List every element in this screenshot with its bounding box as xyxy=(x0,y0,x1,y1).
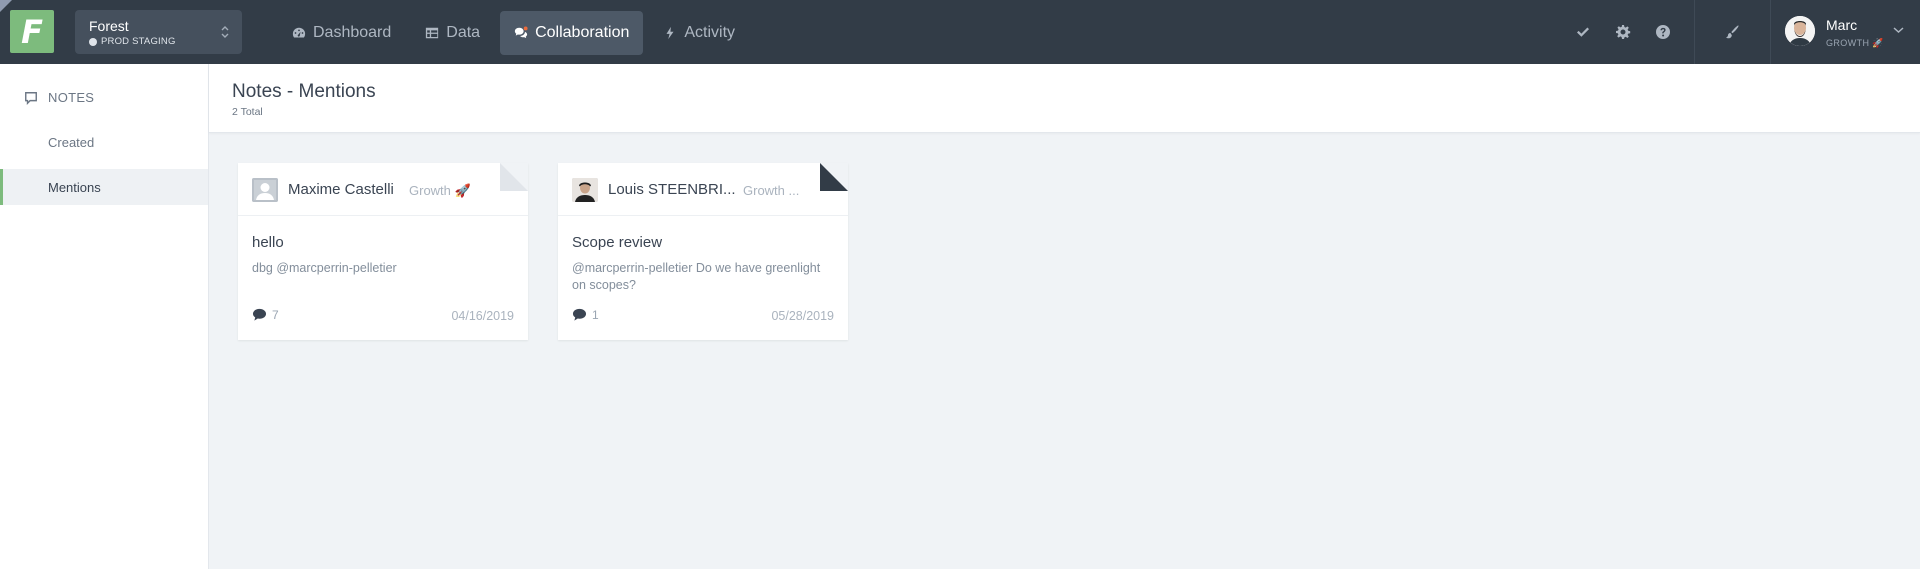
project-switcher[interactable]: Forest PROD STAGING xyxy=(75,10,242,54)
user-name: Marc xyxy=(1826,17,1858,33)
author-name: Maxime Castelli xyxy=(288,181,394,198)
sidebar-item-label: Created xyxy=(48,134,95,150)
logo-letter: F xyxy=(21,12,43,51)
note-card[interactable]: Maxime Castelli Growth 🚀 hello dbg @marc… xyxy=(238,163,528,340)
note-date: 05/28/2019 xyxy=(771,309,834,323)
note-footer: 7 04/16/2019 xyxy=(252,308,514,324)
comment-count-value: 7 xyxy=(272,308,279,322)
sidebar-heading: NOTES xyxy=(24,90,94,105)
help-icon[interactable] xyxy=(1655,24,1671,40)
toolbar-divider xyxy=(1770,0,1771,64)
gear-icon[interactable] xyxy=(1615,24,1631,40)
nav-collaboration-label: Collaboration xyxy=(535,24,630,41)
sidebar-heading-label: NOTES xyxy=(48,90,95,105)
note-title: hello xyxy=(252,234,284,251)
main-nav: Dashboard Data Collaboration Activity xyxy=(278,11,749,55)
comment-count-value: 1 xyxy=(592,308,599,322)
page-title: Notes - Mentions xyxy=(232,81,376,102)
user-menu[interactable]: Marc GROWTH 🚀 xyxy=(1785,14,1915,50)
card-corner-fold xyxy=(820,163,848,191)
project-name: Forest xyxy=(89,18,129,34)
sidebar-item-label: Mentions xyxy=(48,179,101,195)
comment-icon xyxy=(252,308,267,321)
nav-data-label: Data xyxy=(446,24,481,41)
app-logo[interactable]: F xyxy=(10,10,54,53)
note-date: 04/16/2019 xyxy=(451,309,514,323)
comment-icon xyxy=(572,308,587,321)
chevron-up-down-icon xyxy=(220,22,230,42)
note-icon xyxy=(25,91,37,105)
environment-label: PROD STAGING xyxy=(89,36,176,47)
card-corner-fold xyxy=(500,163,528,191)
toolbar-divider xyxy=(1694,0,1695,64)
sidebar: NOTES Created Mentions xyxy=(0,64,209,569)
nav-data[interactable]: Data xyxy=(411,11,494,55)
note-card[interactable]: Louis STEENBRI... Growth ... Scope revie… xyxy=(558,163,848,340)
total-count: 2 Total xyxy=(232,106,263,118)
corner-fold xyxy=(0,0,12,12)
sidebar-item-created[interactable]: Created xyxy=(0,124,208,160)
avatar xyxy=(1785,16,1815,46)
comment-count[interactable]: 1 xyxy=(572,308,599,322)
note-body: dbg @marcperrin-pelletier xyxy=(252,261,397,275)
top-bar: F Forest PROD STAGING Dashboard Data Col… xyxy=(0,0,1920,64)
chat-icon xyxy=(514,26,528,39)
dashboard-icon xyxy=(292,27,306,38)
table-icon xyxy=(426,27,439,39)
author-team: Growth ... xyxy=(743,183,800,198)
page-header: Notes - Mentions 2 Total xyxy=(209,64,1920,133)
environment-name: PROD STAGING xyxy=(101,36,176,47)
note-card-header: Maxime Castelli Growth 🚀 xyxy=(238,163,528,216)
note-footer: 1 05/28/2019 xyxy=(572,308,834,324)
note-title: Scope review xyxy=(572,234,663,251)
nav-collaboration[interactable]: Collaboration xyxy=(500,11,644,55)
author-avatar xyxy=(572,178,598,202)
note-card-header: Louis STEENBRI... Growth ... xyxy=(558,163,848,216)
author-name: Louis STEENBRI... xyxy=(608,181,736,198)
nav-dashboard-label: Dashboard xyxy=(313,24,392,41)
author-avatar xyxy=(252,178,278,202)
nav-activity[interactable]: Activity xyxy=(649,11,749,55)
nav-activity-label: Activity xyxy=(684,24,736,41)
bolt-icon xyxy=(666,26,674,40)
nav-dashboard[interactable]: Dashboard xyxy=(278,11,405,55)
environment-status-icon xyxy=(89,37,97,46)
user-role: GROWTH 🚀 xyxy=(1826,38,1884,48)
sidebar-item-mentions[interactable]: Mentions xyxy=(0,169,208,205)
author-team: Growth 🚀 xyxy=(409,183,471,198)
chevron-down-icon xyxy=(1893,25,1904,37)
comment-count[interactable]: 7 xyxy=(252,308,279,322)
brush-icon[interactable] xyxy=(1724,24,1740,40)
check-icon[interactable] xyxy=(1575,24,1591,40)
note-body: @marcperrin-pelletier Do we have greenli… xyxy=(572,261,821,292)
